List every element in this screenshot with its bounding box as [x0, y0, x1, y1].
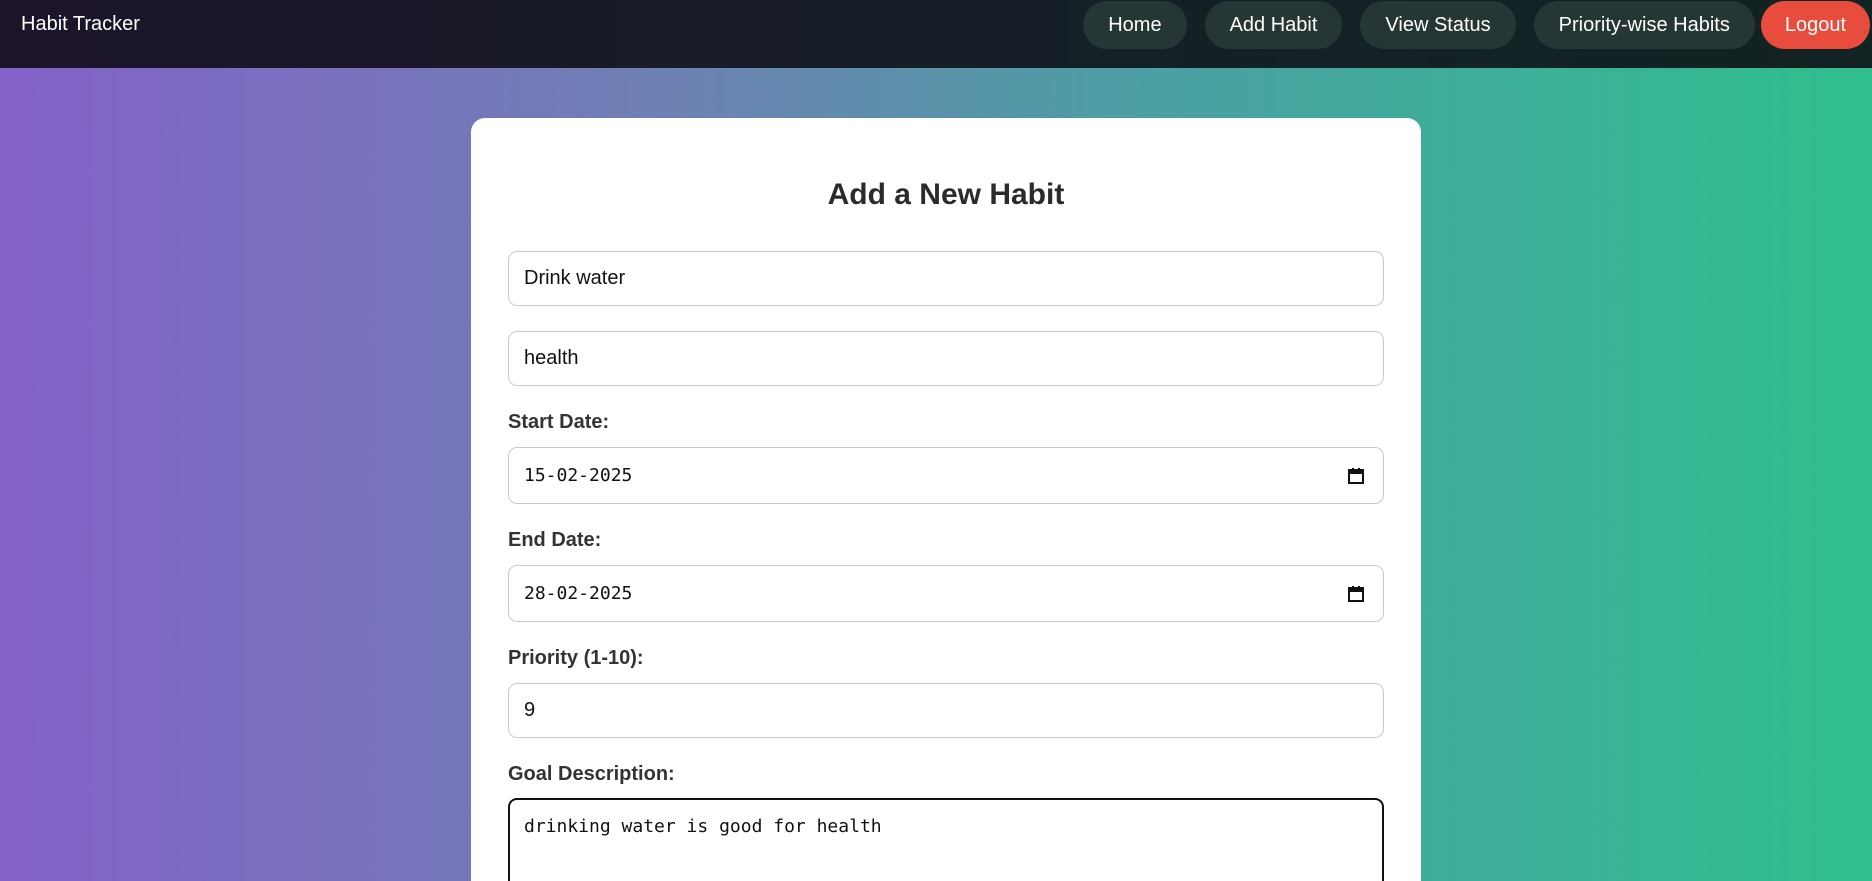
navbar: Habit Tracker Home Add Habit View Status…: [0, 0, 1872, 68]
end-date-label: End Date:: [508, 529, 602, 551]
calendar-icon[interactable]: [1347, 585, 1365, 603]
goal-description-textarea[interactable]: drinking water is good for health: [508, 798, 1384, 881]
habit-name-input[interactable]: Drink water: [508, 251, 1384, 306]
priority-value: 9: [524, 699, 536, 721]
calendar-icon[interactable]: [1347, 467, 1365, 485]
goal-description-label: Goal Description:: [508, 763, 675, 785]
add-habit-card: Add a New Habit Drink water health Start…: [471, 118, 1421, 881]
page-title: Add a New Habit: [827, 178, 1065, 211]
habit-name-value: Drink water: [524, 267, 626, 289]
nav-home-button[interactable]: Home: [1083, 1, 1187, 49]
nav-links: Home Add Habit View Status Priority-wise…: [1083, 0, 1872, 50]
start-date-value: 15-02-2025: [524, 465, 633, 486]
category-input[interactable]: health: [508, 331, 1384, 386]
logout-button[interactable]: Logout: [1760, 1, 1870, 49]
priority-label: Priority (1-10):: [508, 647, 644, 669]
end-date-value: 28-02-2025: [524, 583, 633, 604]
start-date-input[interactable]: 15-02-2025: [508, 447, 1384, 504]
brand-title[interactable]: Habit Tracker: [21, 13, 140, 36]
goal-description-value: drinking water is good for health: [524, 816, 882, 837]
nav-view-status-button[interactable]: View Status: [1360, 1, 1516, 49]
nav-add-habit-button[interactable]: Add Habit: [1204, 1, 1343, 49]
nav-priority-habits-button[interactable]: Priority-wise Habits: [1533, 1, 1755, 49]
priority-input[interactable]: 9: [508, 683, 1384, 738]
start-date-label: Start Date:: [508, 411, 610, 433]
end-date-input[interactable]: 28-02-2025: [508, 565, 1384, 622]
category-value: health: [524, 347, 579, 369]
